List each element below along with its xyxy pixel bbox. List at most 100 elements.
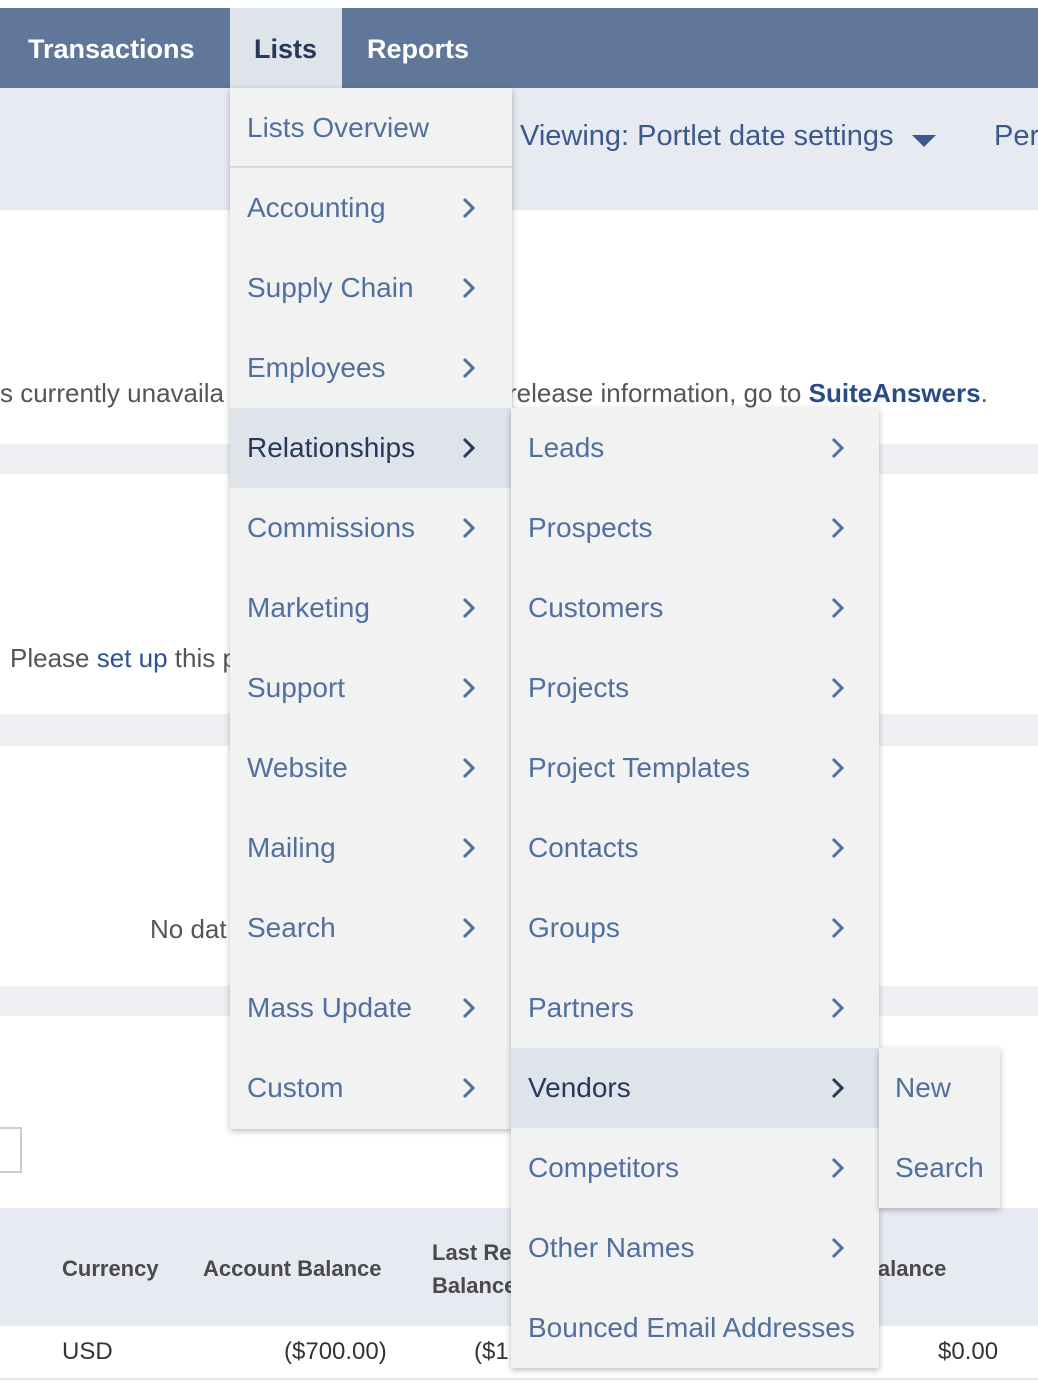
suiteanswers-link[interactable]: SuiteAnswers xyxy=(809,378,981,408)
menu-item-website[interactable]: Website xyxy=(230,728,512,808)
menu-item-bounced-email-addresses[interactable]: Bounced Email Addresses xyxy=(511,1288,879,1368)
column-header-account-balance[interactable]: Account Balance xyxy=(203,1252,382,1285)
chevron-right-icon xyxy=(462,357,476,379)
menu-item-label: Marketing xyxy=(247,592,370,623)
setup-message-suffix: this p xyxy=(167,643,237,673)
menu-item-label: Custom xyxy=(247,1072,344,1103)
menu-item-customers[interactable]: Customers xyxy=(511,568,879,648)
chevron-right-icon xyxy=(831,1077,845,1099)
text-input[interactable] xyxy=(0,1127,22,1173)
chevron-right-icon xyxy=(462,997,476,1019)
chevron-right-icon xyxy=(831,517,845,539)
menu-item-label: Supply Chain xyxy=(247,272,414,303)
menu-item-support[interactable]: Support xyxy=(230,648,512,728)
menu-item-label: Lists Overview xyxy=(247,112,430,143)
viewing-dropdown[interactable]: Viewing: Portlet date settings xyxy=(520,120,893,153)
menu-item-label: Mass Update xyxy=(247,992,412,1023)
menu-item-label: Employees xyxy=(247,352,386,383)
column-header-last-balance[interactable]: Last Re Balance xyxy=(432,1236,516,1302)
no-data-message: No dat xyxy=(150,914,227,944)
setup-message: Please set up this p xyxy=(10,643,237,674)
menu-item-label: Search xyxy=(247,912,336,943)
setup-link[interactable]: set up xyxy=(97,643,168,673)
tab-lists[interactable]: Lists xyxy=(230,8,342,88)
cell-currency: USD xyxy=(62,1338,113,1365)
menu-item-partners[interactable]: Partners xyxy=(511,968,879,1048)
menu-item-marketing[interactable]: Marketing xyxy=(230,568,512,648)
vendors-submenu: New Search xyxy=(879,1048,1000,1208)
chevron-right-icon xyxy=(831,837,845,859)
menu-item-projects[interactable]: Projects xyxy=(511,648,879,728)
chevron-right-icon xyxy=(462,757,476,779)
chevron-right-icon xyxy=(831,677,845,699)
menu-item-custom[interactable]: Custom xyxy=(230,1048,512,1128)
menu-item-label: New xyxy=(895,1072,952,1103)
cell-balance: $0.00 xyxy=(938,1338,999,1365)
chevron-right-icon xyxy=(462,597,476,619)
column-header-currency[interactable]: Currency xyxy=(62,1252,159,1285)
chevron-right-icon xyxy=(462,837,476,859)
menu-item-lists-overview[interactable]: Lists Overview xyxy=(230,88,512,168)
menu-item-other-names[interactable]: Other Names xyxy=(511,1208,879,1288)
lists-menu: Lists Overview Accounting Supply Chain E… xyxy=(230,88,512,1129)
release-info-message: release information, go to SuiteAnswers. xyxy=(508,378,988,409)
menu-item-search[interactable]: Search xyxy=(230,888,512,968)
menu-item-label: Customers xyxy=(528,592,664,623)
menu-item-label: Other Names xyxy=(528,1232,695,1263)
chevron-right-icon xyxy=(462,1077,476,1099)
cell-last-balance: ($1, xyxy=(474,1338,516,1365)
menu-item-supply-chain[interactable]: Supply Chain xyxy=(230,248,512,328)
relationships-submenu: Leads Prospects Customers Projects Proje… xyxy=(511,408,879,1368)
menu-item-label: Projects xyxy=(528,672,630,703)
chevron-right-icon xyxy=(831,1157,845,1179)
chevron-right-icon xyxy=(462,437,476,459)
tab-transactions[interactable]: Transactions xyxy=(28,8,195,88)
menu-item-label: Competitors xyxy=(528,1152,679,1183)
menu-item-label: Search xyxy=(895,1152,984,1183)
chevron-right-icon xyxy=(462,517,476,539)
menu-item-employees[interactable]: Employees xyxy=(230,328,512,408)
setup-message-prefix: Please xyxy=(10,643,97,673)
header-right-link[interactable]: Per xyxy=(994,120,1038,153)
cell-account-balance: ($700.00) xyxy=(284,1338,387,1365)
chevron-right-icon xyxy=(462,197,476,219)
unavailable-message: s currently unavaila xyxy=(0,378,224,408)
menu-item-relationships[interactable]: Relationships xyxy=(230,408,512,488)
menu-item-label: Leads xyxy=(528,432,605,463)
caret-down-icon[interactable] xyxy=(912,135,936,147)
menu-item-mass-update[interactable]: Mass Update xyxy=(230,968,512,1048)
column-header-last-line2: Balance xyxy=(432,1273,517,1298)
menu-item-label: Contacts xyxy=(528,832,639,863)
chevron-right-icon xyxy=(462,277,476,299)
menu-item-groups[interactable]: Groups xyxy=(511,888,879,968)
menu-item-label: Bounced Email Addresses xyxy=(528,1312,855,1343)
menu-item-leads[interactable]: Leads xyxy=(511,408,879,488)
menu-item-label: Accounting xyxy=(247,192,386,223)
menu-item-accounting[interactable]: Accounting xyxy=(230,168,512,248)
column-header-last-line1: Last Re xyxy=(432,1240,512,1265)
menu-item-label: Relationships xyxy=(247,432,416,463)
menu-item-prospects[interactable]: Prospects xyxy=(511,488,879,568)
menu-item-mailing[interactable]: Mailing xyxy=(230,808,512,888)
menu-item-contacts[interactable]: Contacts xyxy=(511,808,879,888)
menu-item-label: Partners xyxy=(528,992,634,1023)
menu-item-label: Commissions xyxy=(247,512,416,543)
chevron-right-icon xyxy=(831,757,845,779)
table-row-divider xyxy=(0,1378,1038,1380)
chevron-right-icon xyxy=(831,997,845,1019)
menu-item-vendors[interactable]: Vendors xyxy=(511,1048,879,1128)
menu-item-label: Support xyxy=(247,672,346,703)
menu-item-competitors[interactable]: Competitors xyxy=(511,1128,879,1208)
menu-item-project-templates[interactable]: Project Templates xyxy=(511,728,879,808)
menu-item-vendor-new[interactable]: New xyxy=(879,1048,1000,1128)
menu-item-label: Mailing xyxy=(247,832,336,863)
menu-item-label: Website xyxy=(247,752,348,783)
chevron-right-icon xyxy=(831,1237,845,1259)
chevron-right-icon xyxy=(831,917,845,939)
release-info-period: . xyxy=(980,378,988,408)
tab-reports[interactable]: Reports xyxy=(367,8,469,88)
chevron-right-icon xyxy=(831,437,845,459)
chevron-right-icon xyxy=(831,597,845,619)
menu-item-vendor-search[interactable]: Search xyxy=(879,1128,1000,1208)
menu-item-commissions[interactable]: Commissions xyxy=(230,488,512,568)
